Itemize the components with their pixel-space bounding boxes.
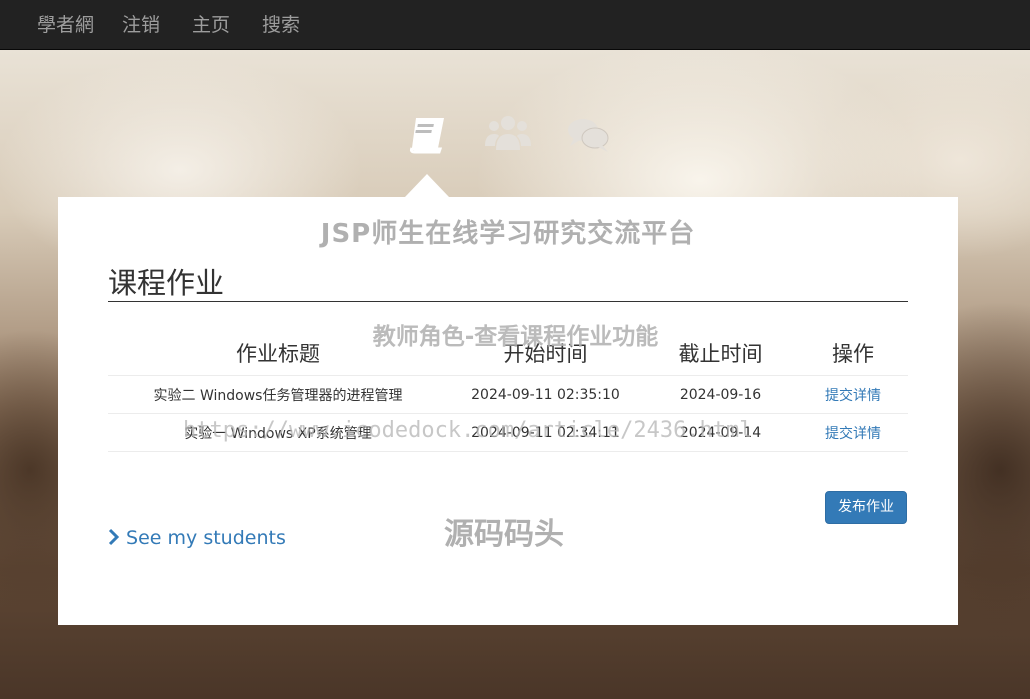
users-icon[interactable] [485, 112, 531, 156]
col-header-start: 开始时间 [448, 331, 643, 376]
see-my-students-link[interactable]: See my students [108, 527, 286, 549]
row-title: 实验二 Windows任务管理器的进程管理 [108, 375, 448, 414]
nav-home[interactable]: 主页 [192, 13, 230, 37]
site-title-watermark: JSP师生在线学习研究交流平台 [320, 219, 696, 249]
col-header-end: 截止时间 [643, 331, 798, 376]
row-end: 2024-09-14 [643, 413, 798, 452]
publish-homework-button[interactable]: 发布作业 [825, 491, 907, 524]
table-row: 实验二 Windows任务管理器的进程管理 2024-09-11 02:35:1… [108, 375, 908, 414]
table-row: 实验一 Windows XP系统管理 2024-09-11 02:34:11 2… [108, 413, 908, 452]
row-start: 2024-09-11 02:35:10 [448, 375, 643, 414]
chevron-right-icon [108, 527, 126, 549]
row-end: 2024-09-16 [643, 375, 798, 414]
table-header-row: 作业标题 开始时间 截止时间 操作 [108, 331, 908, 376]
nav-search[interactable]: 搜索 [262, 13, 300, 37]
source-watermark: 源码码头 [444, 517, 564, 552]
section-title: 课程作业 [108, 265, 908, 302]
nav-logout[interactable]: 注销 [122, 13, 160, 37]
content-panel: JSP师生在线学习研究交流平台 课程作业 作业标题 开始时间 截止时间 操作 实… [58, 197, 958, 625]
nav-brand[interactable]: 學者網 [37, 13, 94, 37]
col-header-title: 作业标题 [108, 331, 448, 376]
row-title: 实验一 Windows XP系统管理 [108, 413, 448, 452]
tab-icons [0, 112, 1030, 160]
col-header-action: 操作 [798, 331, 908, 376]
submission-details-link[interactable]: 提交详情 [825, 388, 881, 404]
navbar: 學者網 注销 主页 搜索 [0, 0, 1030, 50]
book-icon[interactable] [406, 112, 450, 156]
homework-table: 作业标题 开始时间 截止时间 操作 实验二 Windows任务管理器的进程管理 … [108, 331, 908, 452]
comments-icon[interactable] [566, 112, 610, 156]
row-start: 2024-09-11 02:34:11 [448, 413, 643, 452]
submission-details-link[interactable]: 提交详情 [825, 426, 881, 442]
active-tab-pointer [405, 174, 449, 197]
see-my-students-label: See my students [126, 527, 286, 549]
